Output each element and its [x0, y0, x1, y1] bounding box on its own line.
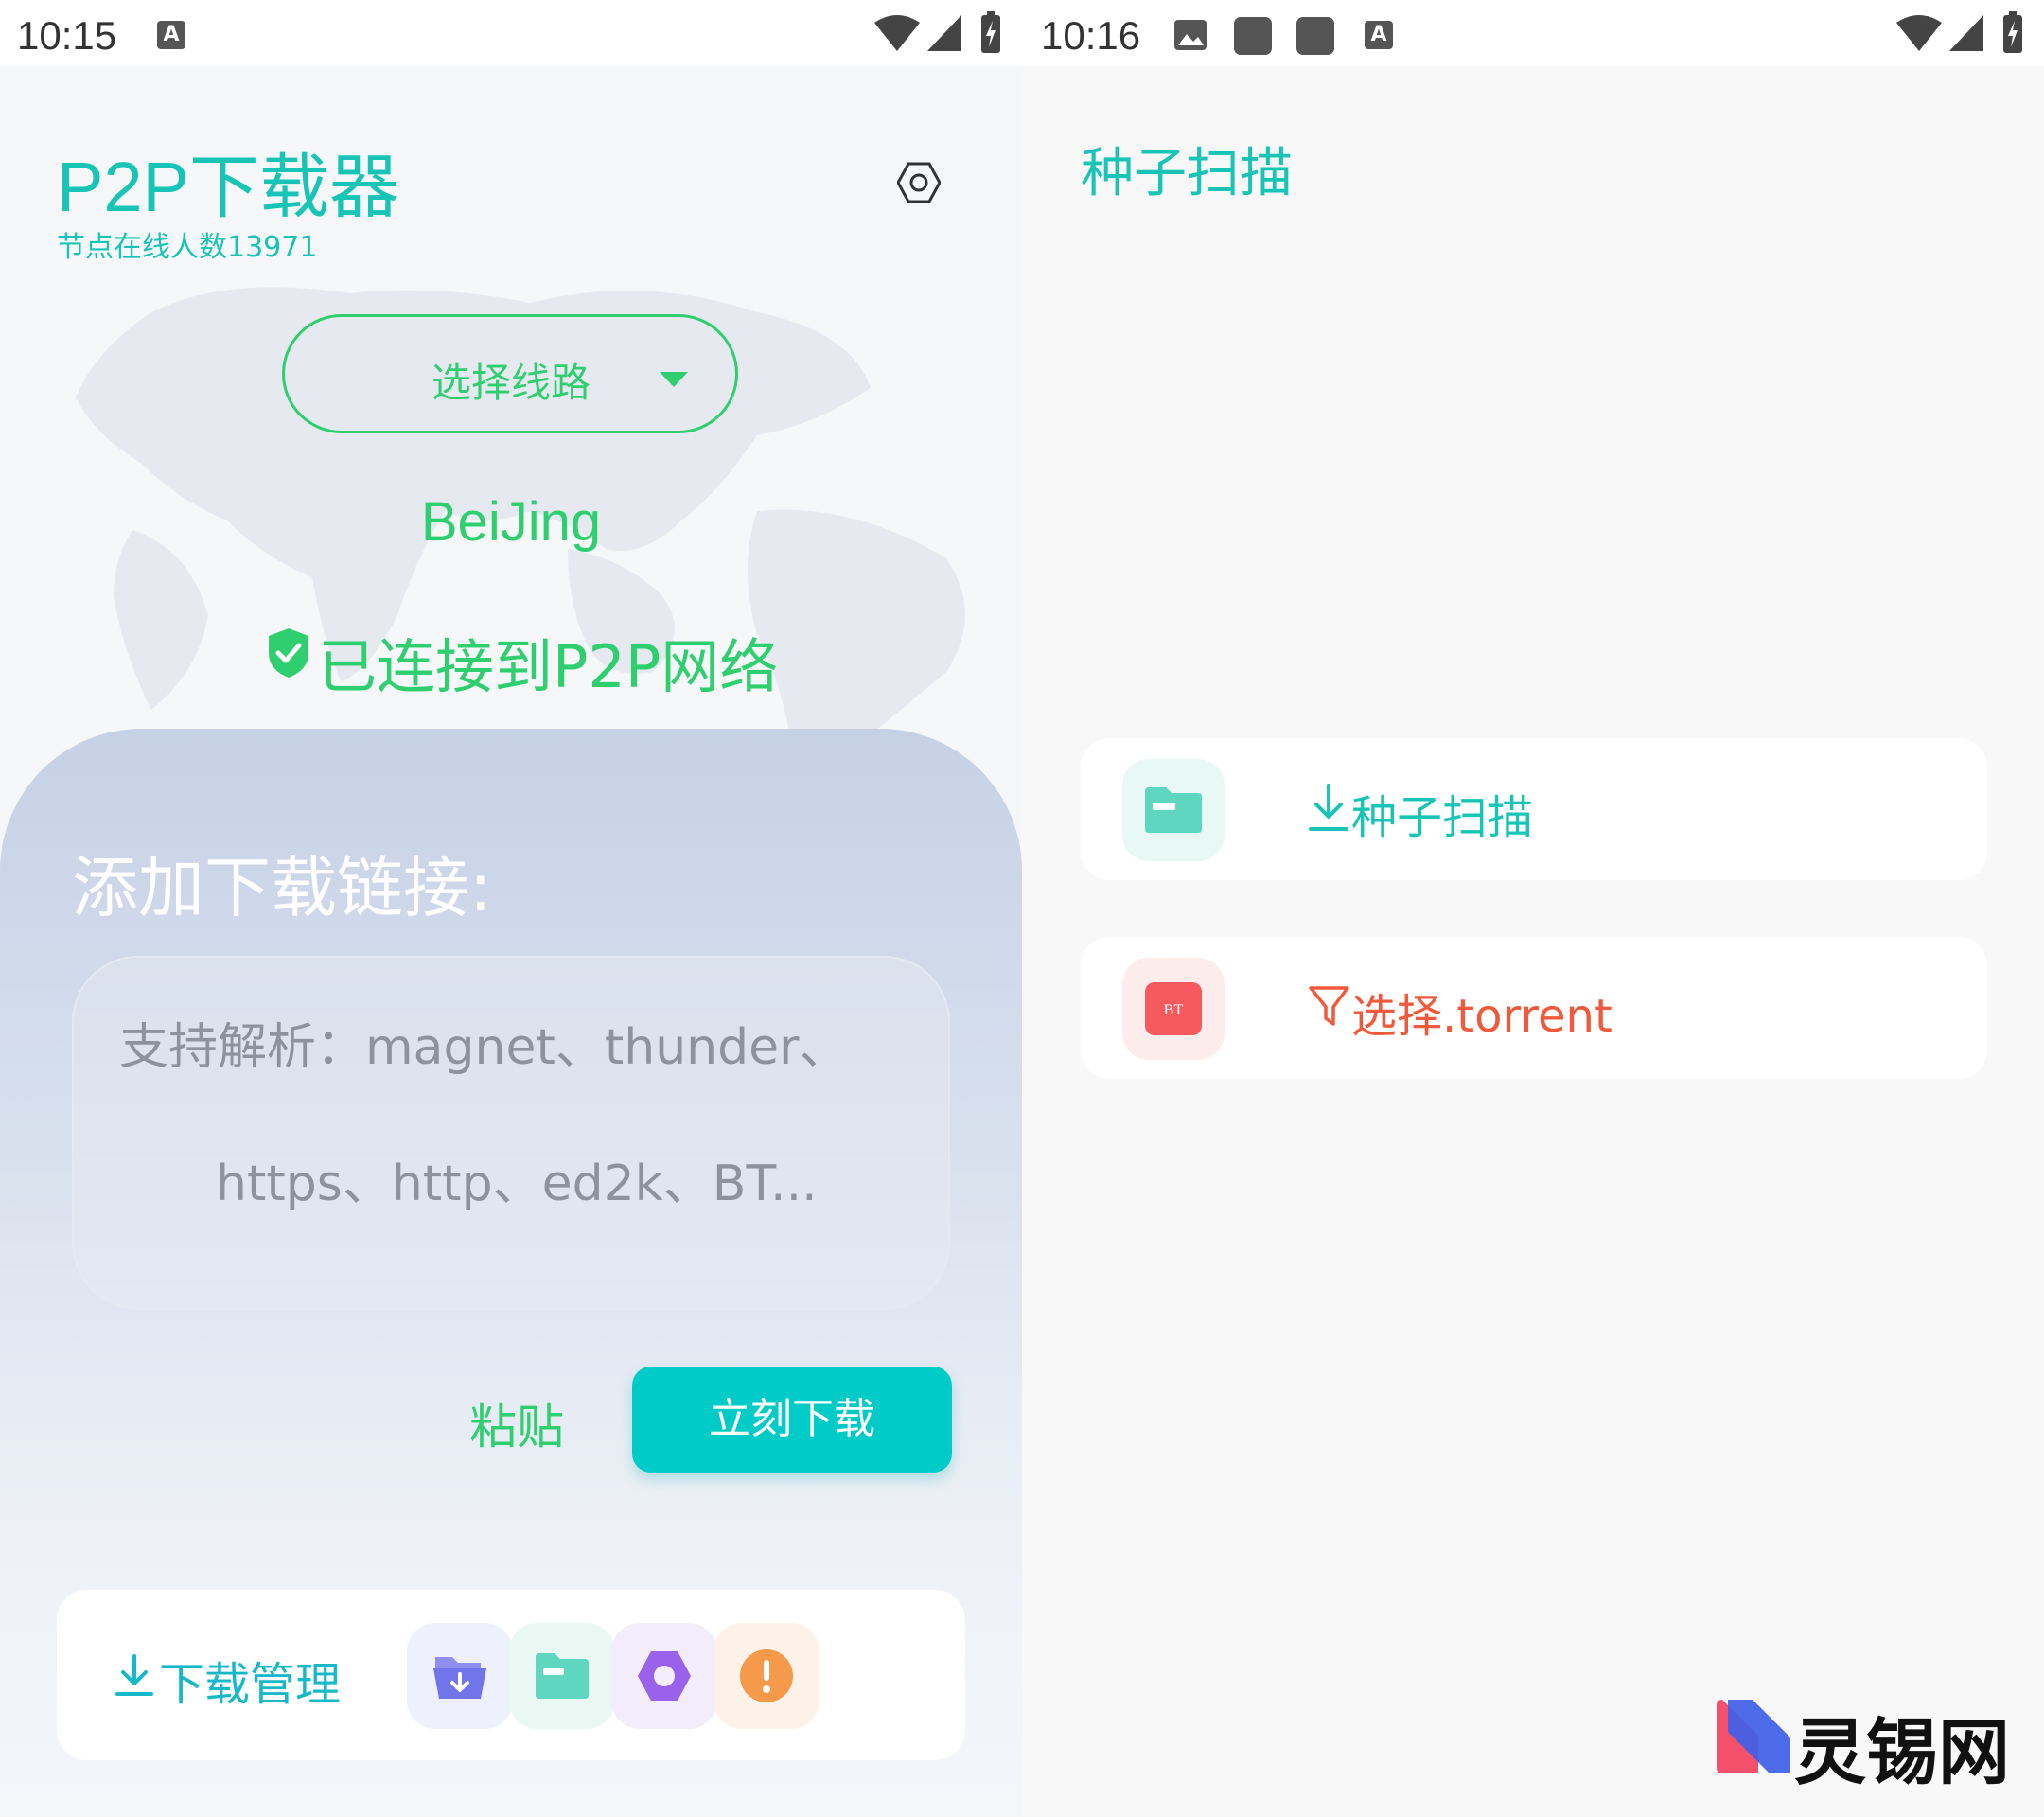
select-torrent-label: 选择.torrent — [1351, 990, 1612, 1043]
settings-icon[interactable] — [897, 161, 941, 204]
keyboard-notification-icon: A — [1365, 21, 1393, 49]
files-button[interactable] — [509, 1623, 615, 1729]
scan-torrent-card[interactable]: 种子扫描 — [1081, 738, 1987, 880]
watermark-logo-icon — [1717, 1700, 1790, 1773]
keyboard-notification-icon: A — [157, 21, 185, 49]
watermark-logo: 灵锡网 — [1715, 1694, 2027, 1794]
scan-torrent-label: 种子扫描 — [1351, 791, 1534, 844]
status-bar: 10:16 A — [1022, 0, 2044, 66]
add-link-title: 添加下载链接: — [72, 849, 492, 926]
select-torrent-card[interactable]: BT 选择.torrent — [1081, 937, 1987, 1079]
app-title: P2P下载器 — [57, 148, 399, 226]
route-select-dropdown[interactable]: 选择线路 — [282, 314, 738, 433]
about-button[interactable] — [714, 1623, 819, 1729]
download-icon — [115, 1654, 153, 1696]
page-title: 种子扫描 — [1081, 143, 1293, 204]
link-input-placeholder-line2: https、http、ed2k、BT... — [216, 1155, 818, 1212]
route-select-label: 选择线路 — [432, 360, 591, 406]
screen-main: 10:15 A P2P下载器 节点在线人数13971 选择线路 BeiJing … — [0, 0, 1022, 1817]
status-time: 10:16 — [1041, 13, 1141, 58]
bottom-toolbar: 下载管理 — [57, 1590, 965, 1760]
battery-charging-icon — [2003, 11, 2022, 53]
hexagon-icon — [638, 1651, 691, 1701]
shield-check-icon — [269, 628, 308, 678]
folder-icon — [536, 1653, 589, 1699]
wifi-icon — [1896, 15, 1942, 51]
link-input-placeholder-line1: 支持解析：magnet、thunder、 — [119, 1019, 849, 1076]
wifi-icon — [874, 15, 920, 51]
connection-status-text: 已连接到P2P网络 — [318, 632, 779, 701]
watermark-text: 灵锡网 — [1794, 1710, 2010, 1794]
import-folder-button[interactable] — [407, 1623, 513, 1729]
online-nodes-count: 节点在线人数13971 — [57, 231, 318, 264]
app-notification-icon — [1296, 17, 1334, 55]
download-now-button[interactable]: 立刻下载 — [632, 1367, 952, 1473]
filter-icon — [1309, 986, 1349, 1026]
folder-icon — [1122, 759, 1225, 861]
bt-file-icon: BT — [1122, 958, 1225, 1060]
alert-icon — [740, 1649, 793, 1702]
caret-down-icon — [660, 372, 688, 387]
image-notification-icon — [1174, 20, 1207, 50]
svg-text:BT: BT — [1164, 1002, 1184, 1018]
download-manager-label: 下载管理 — [159, 1658, 342, 1711]
signal-icon — [927, 15, 961, 51]
paste-button[interactable]: 粘贴 — [469, 1389, 564, 1457]
battery-charging-icon — [981, 11, 1000, 53]
nodes-button[interactable] — [611, 1623, 717, 1729]
download-link-input[interactable]: 支持解析：magnet、thunder、 https、http、ed2k、BT.… — [72, 956, 950, 1310]
status-bar: 10:15 A — [0, 0, 1022, 66]
signal-icon — [1949, 15, 1983, 51]
status-time: 10:15 — [17, 13, 117, 58]
selected-city: BeiJing — [420, 491, 602, 553]
download-icon — [1309, 784, 1348, 831]
folder-download-icon — [433, 1657, 486, 1699]
screen-torrent-scan: 10:16 A 种子扫描 种子扫描 BT 选择.torrent — [1022, 0, 2044, 1817]
app-notification-icon — [1234, 17, 1272, 55]
